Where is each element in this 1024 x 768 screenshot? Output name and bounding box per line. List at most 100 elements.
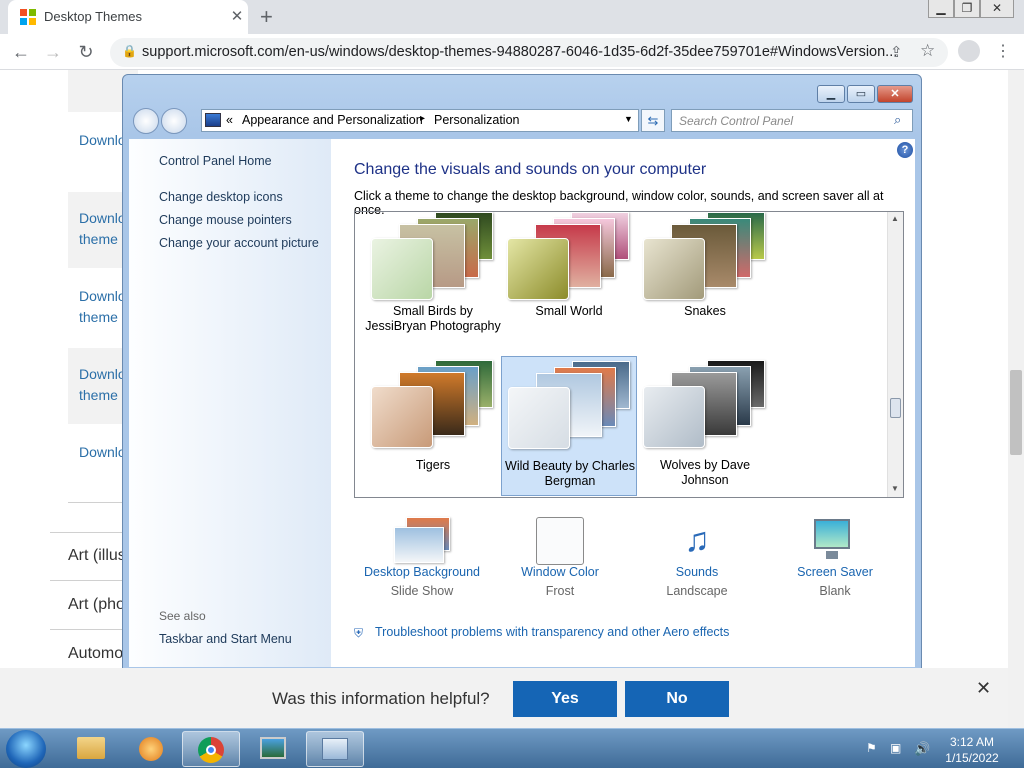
- tab-close-icon[interactable]: ✕: [228, 7, 246, 25]
- dialog-minimize-button[interactable]: ▁: [817, 85, 845, 103]
- window-color-item[interactable]: Window Color Frost: [495, 515, 625, 598]
- forward-button-icon[interactable]: [161, 108, 187, 134]
- dialog-close-button[interactable]: ✕: [877, 85, 913, 103]
- network-icon[interactable]: ▣: [890, 741, 906, 755]
- download-link[interactable]: theme: [79, 229, 118, 250]
- browser-tab[interactable]: Desktop Themes ✕: [8, 0, 248, 34]
- divider: [68, 502, 128, 503]
- bookmark-star-icon[interactable]: ☆: [920, 41, 935, 61]
- download-link[interactable]: Downlo: [79, 364, 126, 385]
- no-button[interactable]: No: [625, 681, 729, 717]
- divider: [50, 629, 130, 630]
- dropdown-arrow-icon[interactable]: ▼: [624, 114, 633, 124]
- troubleshoot-link[interactable]: Troubleshoot problems with transparency …: [375, 625, 729, 639]
- control-panel-taskbar-icon[interactable]: [306, 731, 364, 767]
- explorer-taskbar-icon[interactable]: [62, 731, 120, 767]
- restore-button[interactable]: ❐: [954, 0, 980, 18]
- content-pane: Change the visuals and sounds on your co…: [331, 139, 915, 667]
- back-arrow-icon[interactable]: ←: [10, 42, 32, 63]
- minimize-button[interactable]: ▁: [928, 0, 954, 18]
- desktop-background-item[interactable]: Desktop Background Slide Show: [357, 515, 487, 598]
- page-scrollbar-thumb[interactable]: [1010, 370, 1022, 455]
- theme-tigers[interactable]: Tigers: [365, 356, 501, 496]
- theme-thumbnail: [508, 361, 633, 449]
- theme-small-birds[interactable]: Small Birds by JessiBryan Photography: [365, 212, 501, 348]
- screen-saver-label[interactable]: Screen Saver: [770, 565, 900, 579]
- start-button[interactable]: [6, 730, 46, 768]
- window-color-value: Frost: [545, 584, 575, 598]
- microsoft-logo-icon: [20, 9, 36, 25]
- theme-label: Tigers: [415, 458, 451, 472]
- taskbar-start-menu-link[interactable]: Taskbar and Start Menu: [159, 632, 292, 646]
- gallery-scrollbar[interactable]: ▲ ▼: [887, 212, 903, 497]
- scroll-down-icon[interactable]: ▼: [891, 484, 899, 493]
- category-item[interactable]: Art (pho: [68, 596, 125, 614]
- divider: [50, 532, 130, 533]
- screen-saver-item[interactable]: Screen Saver Blank: [770, 515, 900, 598]
- breadcrumb[interactable]: « Appearance and Personalization ▸ Perso…: [201, 109, 639, 132]
- sounds-item[interactable]: ♫ Sounds Landscape: [632, 515, 762, 598]
- display-taskbar-icon[interactable]: [244, 731, 302, 767]
- yes-button[interactable]: Yes: [513, 681, 617, 717]
- theme-wild-beauty[interactable]: Wild Beauty by Charles Bergman: [501, 356, 637, 496]
- breadcrumb-appearance[interactable]: Appearance and Personalization: [242, 113, 423, 127]
- theme-thumbnail: [371, 360, 496, 448]
- gallery-scroll-thumb[interactable]: [890, 398, 901, 418]
- sounds-label[interactable]: Sounds: [632, 565, 762, 579]
- theme-snakes[interactable]: Snakes: [637, 212, 773, 348]
- change-mouse-pointers-link[interactable]: Change mouse pointers: [159, 213, 292, 227]
- dialog-maximize-button[interactable]: ▭: [847, 85, 875, 103]
- download-link[interactable]: theme: [79, 385, 118, 406]
- control-panel-home-link[interactable]: Control Panel Home: [159, 154, 272, 168]
- category-item[interactable]: Art (illus: [68, 547, 126, 565]
- share-icon[interactable]: ⇪: [890, 43, 903, 61]
- theme-thumbnail: [643, 212, 768, 300]
- divider: [50, 580, 130, 581]
- taskbar-clock[interactable]: 3:12 AM 1/15/2022: [940, 734, 1004, 766]
- sounds-value: Landscape: [666, 584, 728, 598]
- category-item[interactable]: Automo: [68, 645, 123, 663]
- profile-avatar-icon[interactable]: [958, 40, 980, 62]
- browser-toolbar: ← → ↻ 🔒 support.microsoft.com/en-us/wind…: [0, 34, 1024, 70]
- change-desktop-icons-link[interactable]: Change desktop icons: [159, 190, 283, 204]
- refresh-icon[interactable]: ⇆: [641, 109, 665, 132]
- theme-label: Wolves by Dave Johnson: [659, 458, 751, 487]
- desktop-background-icon: [392, 515, 452, 565]
- clock-date: 1/15/2022: [945, 751, 999, 765]
- breadcrumb-chevron[interactable]: «: [226, 113, 233, 127]
- theme-thumbnail: [371, 212, 496, 300]
- breadcrumb-separator[interactable]: ▸: [420, 113, 425, 124]
- help-icon[interactable]: ?: [897, 142, 913, 158]
- volume-icon[interactable]: 🔊: [914, 741, 930, 756]
- search-input[interactable]: Search Control Panel ⌕: [671, 109, 913, 132]
- download-link[interactable]: Downlo: [79, 208, 126, 229]
- change-account-picture-link[interactable]: Change your account picture: [159, 236, 319, 250]
- taskbar: ⚑ ▣ 🔊 3:12 AM 1/15/2022: [0, 728, 1024, 768]
- left-pane: Control Panel Home Change desktop icons …: [129, 139, 331, 667]
- shield-icon: ⛨: [354, 626, 364, 640]
- theme-label: Small Birds by JessiBryan Photography: [365, 304, 501, 333]
- menu-icon[interactable]: ⋮: [995, 41, 1011, 61]
- new-tab-icon[interactable]: +: [260, 4, 273, 30]
- search-icon[interactable]: ⌕: [894, 112, 901, 128]
- theme-small-world[interactable]: Small World: [501, 212, 637, 348]
- download-link[interactable]: theme: [79, 307, 118, 328]
- feedback-close-icon[interactable]: ✕: [976, 678, 991, 699]
- breadcrumb-personalization[interactable]: Personalization: [434, 113, 519, 127]
- address-bar[interactable]: 🔒 support.microsoft.com/en-us/windows/de…: [110, 38, 948, 67]
- download-link[interactable]: Downlo: [79, 442, 126, 463]
- scroll-up-icon[interactable]: ▲: [891, 214, 899, 223]
- theme-wolves[interactable]: Wolves by Dave Johnson: [637, 356, 773, 496]
- media-player-taskbar-icon[interactable]: [122, 731, 180, 767]
- desktop-background-label[interactable]: Desktop Background: [357, 565, 487, 579]
- back-button-icon[interactable]: [133, 108, 159, 134]
- download-link[interactable]: Downlo: [79, 130, 126, 151]
- action-center-icon[interactable]: ⚑: [866, 741, 882, 755]
- feedback-bar: Was this information helpful? Yes No ✕: [0, 668, 1008, 728]
- reload-icon[interactable]: ↻: [75, 42, 97, 63]
- chrome-taskbar-icon[interactable]: [182, 731, 240, 767]
- window-color-label[interactable]: Window Color: [495, 565, 625, 579]
- close-window-button[interactable]: ✕: [980, 0, 1014, 18]
- forward-arrow-icon[interactable]: →: [42, 42, 64, 63]
- download-link[interactable]: Downlo: [79, 286, 126, 307]
